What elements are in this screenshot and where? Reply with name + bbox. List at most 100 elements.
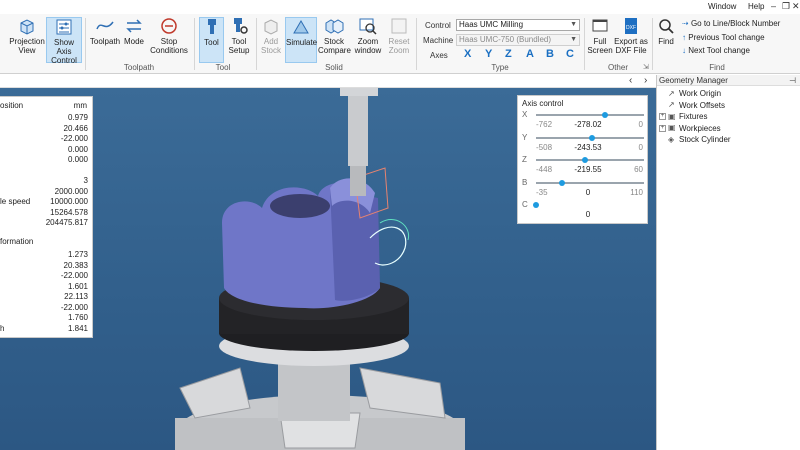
axis-y-slider[interactable] [589, 134, 596, 141]
tool-button[interactable]: Tool [199, 17, 224, 63]
tree-node-icon: ↗ [668, 88, 675, 98]
search-icon [659, 19, 674, 34]
stop-icon [161, 18, 177, 34]
information-value: -22.000 [60, 271, 88, 280]
axis-y-label: Y [522, 132, 528, 142]
information-value: 1.601 [67, 281, 88, 291]
tool-setup-button[interactable]: Tool Setup [226, 17, 252, 63]
restore-icon[interactable]: ❐ [782, 1, 790, 12]
axis-b-max: 110 [630, 187, 643, 197]
information-row: -22.000 [0, 303, 93, 313]
axis-c-toggle[interactable]: C [566, 48, 574, 60]
axis-z-track [536, 159, 644, 161]
axis-b-label: B [522, 177, 528, 187]
tree-item-workpieces[interactable]: + ▣ Workpieces [659, 124, 721, 133]
axis-x-slider[interactable] [602, 112, 609, 118]
show-axis-control-button[interactable]: Show Axis Control [46, 17, 82, 65]
find-button[interactable]: Find [654, 17, 678, 63]
axis-z-slider[interactable] [581, 157, 588, 163]
axis-y-value: -243.53 [574, 142, 602, 152]
tool-tip [350, 166, 366, 196]
chevron-right-icon[interactable]: › [644, 75, 647, 86]
information-row: 22.113 [0, 292, 93, 302]
information-row: 1.601 [0, 282, 93, 292]
tree-node-icon: ↗ [668, 100, 675, 110]
axis-b-slider[interactable] [558, 179, 565, 186]
tool-icon [207, 19, 216, 34]
position-value: 204475.817 [45, 218, 88, 227]
simulate-button[interactable]: Simulate [285, 17, 317, 63]
axis-x-label: X [522, 110, 528, 119]
tree-node-icon: ▣ [668, 123, 676, 133]
axis-z-label: Z [522, 155, 527, 164]
close-icon[interactable]: ✕ [792, 1, 800, 12]
tree-item-fixtures[interactable]: + ▣ Fixtures [659, 112, 707, 121]
information-row: 1.760 [0, 313, 93, 323]
export-dxf-button[interactable]: DXF Export as DXF File [614, 17, 648, 63]
position-row: 20.466 [0, 124, 93, 134]
ribbon-separator [652, 18, 653, 70]
information-value: -22.000 [60, 302, 88, 312]
menu-help[interactable]: Help [748, 2, 764, 11]
control-select[interactable]: Haas UMC Milling ▼ [456, 19, 580, 31]
axis-b-toggle[interactable]: B [546, 48, 554, 60]
group-label-tool: Tool [215, 63, 231, 72]
tree-node-icon: ◈ [668, 134, 675, 144]
reset-zoom-button[interactable]: Reset Zoom [386, 17, 412, 63]
tree-node-icon: ▣ [668, 111, 676, 121]
position-label: le speed [0, 197, 31, 206]
axis-z-min: -448 [536, 165, 553, 174]
tool-setup-icon [234, 18, 248, 34]
tool-shank [348, 96, 368, 166]
stock-compare-icon [325, 19, 344, 34]
ribbon-separator [85, 18, 86, 70]
go-to-line-button[interactable]: ⇢ Go to Line/Block Number [682, 19, 780, 28]
stop-conditions-button[interactable]: Stop Conditions [148, 17, 190, 63]
toolpath-green [379, 218, 410, 241]
pin-icon[interactable]: ⊣ [789, 75, 796, 86]
mode-button[interactable]: Mode [121, 17, 147, 63]
position-value: 0.000 [67, 155, 88, 164]
tree-item-label: Work Offsets [679, 100, 725, 110]
full-screen-button[interactable]: Full Screen [587, 17, 613, 63]
toolpath-button[interactable]: Toolpath [89, 17, 121, 63]
add-stock-button[interactable]: Add Stock [258, 17, 284, 63]
tree-item-work-offsets[interactable]: +↗Work Offsets [659, 101, 725, 110]
tree-item-work-origin[interactable]: +↗Work Origin [659, 89, 721, 98]
minimize-icon[interactable]: – [771, 1, 776, 11]
axis-c-slider[interactable] [533, 202, 539, 208]
axis-z-toggle[interactable]: Z [505, 48, 512, 60]
position-row: -22.000 [0, 134, 93, 144]
view-nav-strip: ‹ › [0, 75, 656, 88]
stock-compare-button[interactable]: Stock Compare [318, 17, 351, 63]
previous-tool-change-button[interactable]: ↑ Previous Tool change [682, 33, 765, 42]
tree-item-stock-cylinder[interactable]: +◈Stock Cylinder [659, 135, 731, 144]
mode-icon [126, 19, 142, 33]
chevron-left-icon[interactable]: ‹ [629, 75, 632, 86]
information-value: 20.383 [63, 260, 88, 270]
machine-select[interactable]: Haas UMC-750 (Bundled) ▼ [456, 34, 580, 46]
dialog-launcher-icon[interactable]: ⇲ [643, 63, 649, 71]
axis-a-toggle[interactable]: A [526, 48, 534, 60]
axis-control-panel: Axis control X -762 -278.02 0 Y -508 -243.53 0 Z… [517, 95, 648, 224]
information-value: 22.113 [64, 292, 88, 301]
information-row: 1.273 [0, 250, 93, 260]
information-header: formation [0, 237, 34, 246]
geometry-manager-header: Geometry Manager ⊣ [657, 75, 800, 86]
next-tool-change-button[interactable]: ↓ Next Tool change [682, 46, 750, 55]
dxf-file-icon: DXF [625, 18, 637, 34]
axis-x-toggle[interactable]: X [464, 48, 471, 60]
zoom-window-button[interactable]: Zoom window [351, 17, 385, 63]
menu-window[interactable]: Window [708, 2, 736, 11]
simulation-viewport[interactable]: osition mm 0.979 20.466 -22.000 0.000 0.000 3 20… [0, 88, 656, 450]
projection-view-button[interactable]: Projection View [8, 17, 46, 63]
group-label-other: Other [607, 63, 628, 72]
add-stock-icon [264, 19, 278, 35]
group-label-type: Type [491, 63, 509, 72]
workpiece-pocket [270, 194, 330, 218]
expand-icon[interactable]: + [659, 124, 666, 132]
position-value: 3 [83, 176, 88, 185]
axis-y-toggle[interactable]: Y [485, 48, 492, 60]
expand-icon[interactable]: + [659, 113, 666, 121]
axis-x-min: -762 [536, 120, 553, 129]
